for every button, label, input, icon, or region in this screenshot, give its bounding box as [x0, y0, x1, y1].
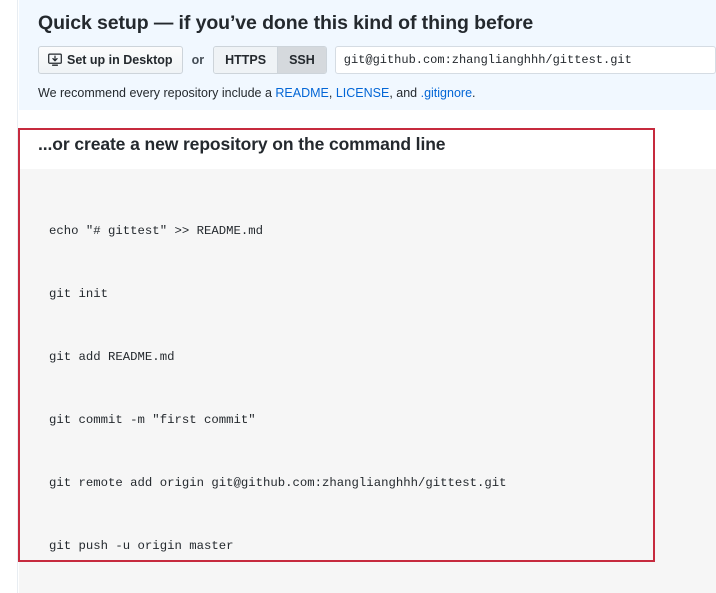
set-up-in-desktop-button[interactable]: Set up in Desktop: [38, 46, 183, 74]
setup-sections: ...or create a new repository on the com…: [19, 110, 716, 593]
clone-url-input[interactable]: git@github.com:zhanglianghhh/gittest.git: [334, 46, 716, 74]
create-repository-code-block[interactable]: echo "# gittest" >> README.md git init g…: [19, 169, 716, 593]
quick-setup-panel: Quick setup — if you’ve done this kind o…: [19, 0, 716, 115]
note-prefix-text: We recommend every repository include a: [38, 86, 276, 100]
protocol-toggle-group: HTTPS SSH: [213, 46, 327, 74]
repository-recommendation-note: We recommend every repository include a …: [19, 74, 716, 100]
note-separator-2: , and: [389, 86, 421, 100]
desktop-download-icon: [48, 53, 62, 67]
code-line: git commit -m "first commit": [49, 413, 256, 427]
page-left-gutter: [0, 0, 18, 593]
code-line: git init: [49, 287, 109, 301]
set-up-in-desktop-label: Set up in Desktop: [67, 53, 173, 67]
license-link[interactable]: LICENSE: [336, 86, 390, 100]
note-suffix-text: .: [472, 86, 476, 100]
protocol-button-ssh[interactable]: SSH: [277, 47, 326, 73]
clone-url-value: git@github.com:zhanglianghhh/gittest.git: [343, 53, 632, 67]
code-line: echo "# gittest" >> README.md: [49, 224, 264, 238]
gitignore-link[interactable]: .gitignore: [421, 86, 472, 100]
quick-setup-toolbar: Set up in Desktop or HTTPS SSH git@githu…: [19, 46, 716, 74]
create-repository-heading: ...or create a new repository on the com…: [38, 134, 446, 154]
note-separator-1: ,: [328, 86, 336, 100]
code-line: git remote add origin git@github.com:zha…: [49, 476, 507, 490]
code-line: git add README.md: [49, 350, 175, 364]
code-line: git push -u origin master: [49, 539, 234, 553]
readme-link[interactable]: README: [275, 86, 328, 100]
or-separator-label: or: [191, 53, 205, 67]
repository-setup-page: Quick setup — if you’ve done this kind o…: [0, 0, 716, 593]
quick-setup-title: Quick setup — if you’ve done this kind o…: [38, 12, 534, 34]
protocol-button-https[interactable]: HTTPS: [214, 47, 278, 73]
section-create-repository: ...or create a new repository on the com…: [19, 110, 716, 593]
